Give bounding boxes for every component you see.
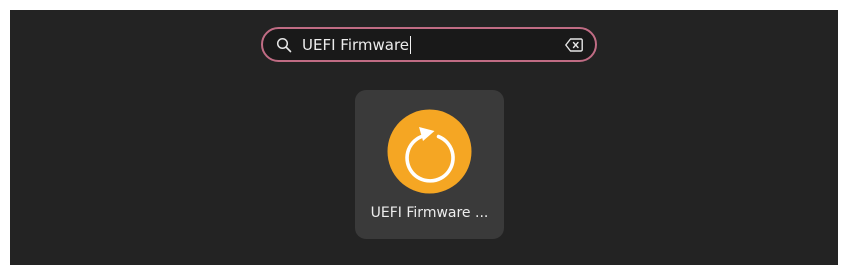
backspace-clear-icon[interactable] [565, 38, 583, 52]
app-result-uefi-firmware[interactable]: UEFI Firmware ... [355, 90, 504, 239]
search-icon [276, 37, 292, 53]
app-result-label: UEFI Firmware ... [370, 205, 489, 221]
search-query-text: UEFI Firmware [302, 35, 410, 54]
search-input[interactable]: UEFI Firmware [302, 29, 412, 60]
screenshot-frame: UEFI Firmware UEFI Firmware ... [0, 0, 849, 277]
search-bar[interactable]: UEFI Firmware [261, 27, 597, 62]
text-caret [410, 35, 412, 54]
refresh-circle-icon [387, 109, 472, 194]
app-search-overlay: UEFI Firmware UEFI Firmware ... [10, 10, 838, 265]
